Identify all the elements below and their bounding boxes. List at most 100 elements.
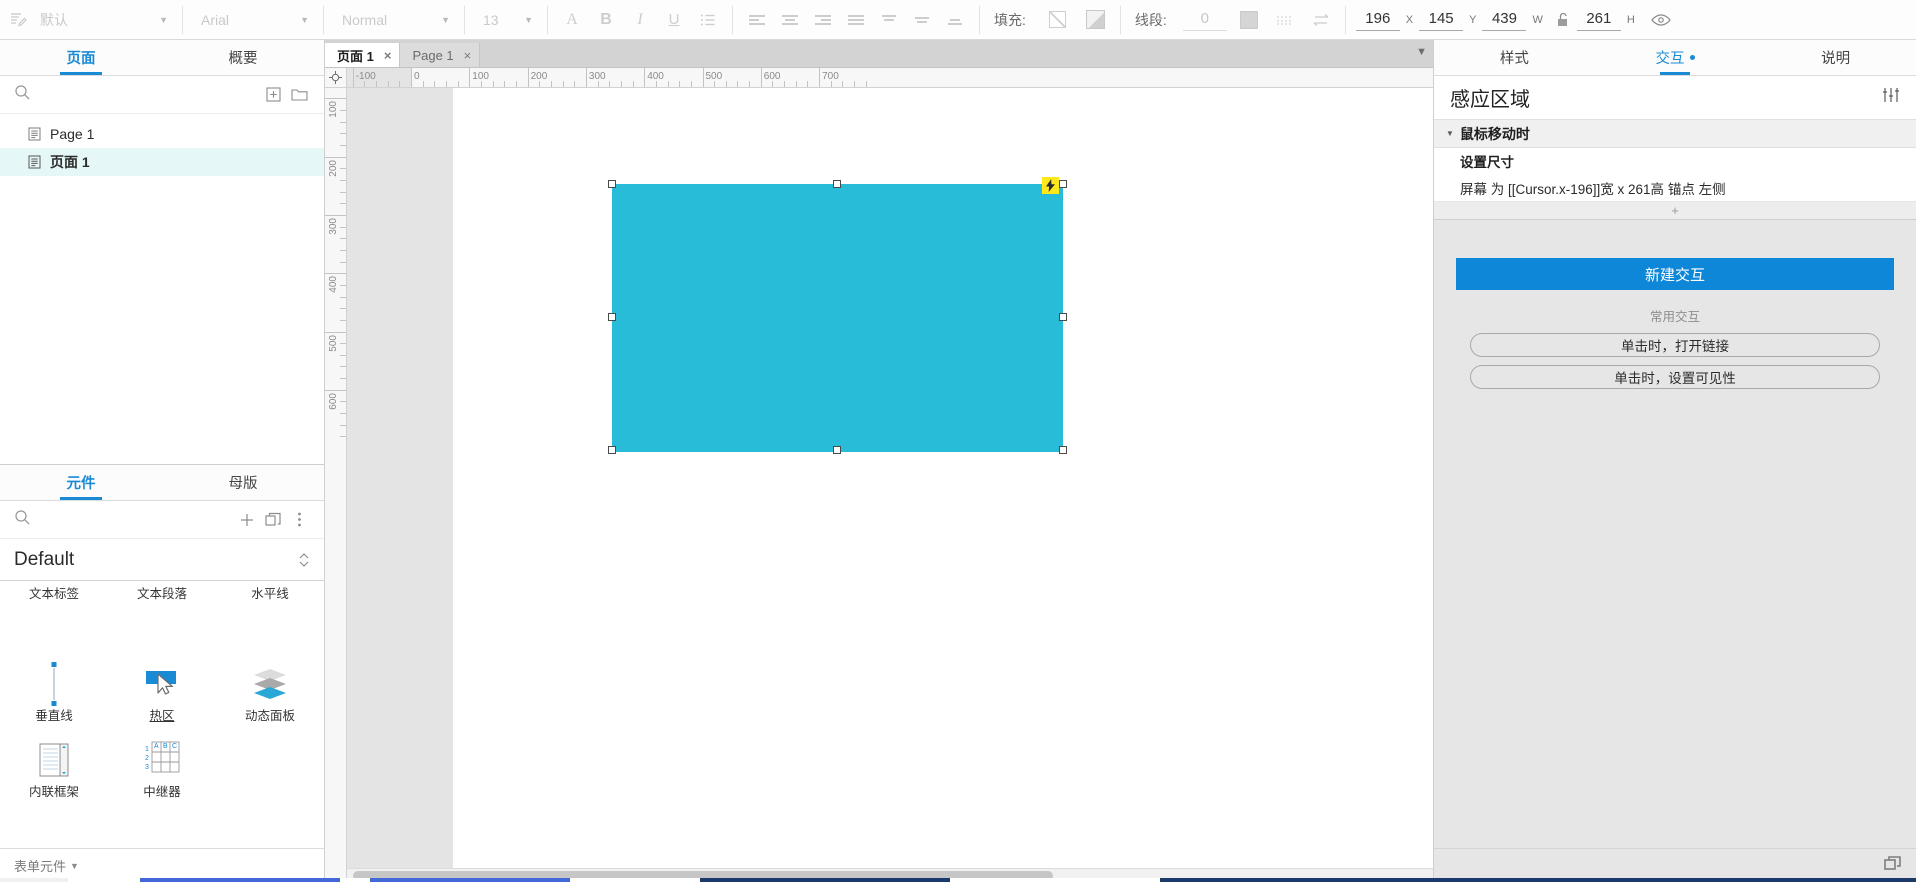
italic-icon[interactable]: I bbox=[626, 6, 654, 34]
font-color-icon[interactable]: A bbox=[558, 6, 586, 34]
vertical-ruler[interactable]: 100 200 300 400 500 600 bbox=[325, 88, 347, 882]
resize-handle-sw[interactable] bbox=[608, 446, 616, 454]
widget-repeater[interactable]: 1 2 3 A B C 中继器 bbox=[108, 737, 216, 813]
widget-style-dropdown[interactable]: 默认 ▼ bbox=[32, 6, 172, 34]
interaction-event-row[interactable]: ▼ 鼠标移动时 bbox=[1434, 120, 1916, 148]
x-position-input[interactable]: 196 bbox=[1355, 9, 1400, 31]
y-label: Y bbox=[1469, 13, 1477, 26]
hotspot-widget[interactable] bbox=[612, 184, 1063, 452]
widget-inline-frame[interactable]: 内联框架 bbox=[0, 737, 108, 813]
canvas-tab-page1[interactable]: Page 1 × bbox=[400, 43, 481, 67]
interaction-detail-row[interactable]: 屏幕 为 [[Cursor.x-196]]宽 x 261高 锚点 左侧 bbox=[1434, 174, 1916, 202]
right-panel-footer bbox=[1434, 848, 1916, 882]
unlock-icon[interactable] bbox=[1549, 6, 1577, 34]
widget-dynamic-panel[interactable]: 动态面板 bbox=[216, 661, 324, 737]
resize-handle-n[interactable] bbox=[833, 180, 841, 188]
resize-handle-s[interactable] bbox=[833, 446, 841, 454]
tab-style[interactable]: 样式 bbox=[1434, 40, 1595, 75]
tab-pages-label: 页面 bbox=[66, 51, 96, 67]
align-justify-icon[interactable] bbox=[842, 6, 870, 34]
forms-widget-group[interactable]: 表单元件 ▼ bbox=[0, 848, 324, 882]
caret-down-icon[interactable]: ▼ bbox=[1446, 129, 1454, 138]
duplicate-icon[interactable] bbox=[260, 507, 286, 533]
resize-handle-e[interactable] bbox=[1059, 313, 1067, 321]
arrow-style-icon[interactable] bbox=[1307, 6, 1335, 34]
more-options-icon[interactable] bbox=[286, 507, 312, 533]
align-left-icon[interactable] bbox=[743, 6, 771, 34]
widget-text-label[interactable]: 文本标签 bbox=[0, 585, 108, 661]
interaction-event-label: 鼠标移动时 bbox=[1459, 125, 1530, 142]
bold-icon[interactable]: B bbox=[592, 6, 620, 34]
resize-handle-w[interactable] bbox=[608, 313, 616, 321]
canvas-viewport[interactable] bbox=[347, 88, 1433, 882]
ruler-tick-minor bbox=[422, 81, 424, 87]
restore-window-icon[interactable] bbox=[1884, 855, 1902, 876]
library-selector[interactable]: Default bbox=[0, 539, 324, 581]
resize-handle-se[interactable] bbox=[1059, 446, 1067, 454]
fill-none-icon[interactable] bbox=[1044, 6, 1072, 34]
widget-hotspot[interactable]: 热区 bbox=[108, 661, 216, 737]
taskbar-item[interactable] bbox=[140, 878, 340, 882]
bullet-list-icon[interactable] bbox=[694, 6, 722, 34]
canvas-tab-active[interactable]: 页面 1 × bbox=[325, 43, 401, 67]
width-input[interactable]: 439 bbox=[1482, 9, 1527, 31]
taskbar-item[interactable] bbox=[1160, 878, 1916, 882]
close-icon[interactable]: × bbox=[384, 48, 392, 63]
style-brush-icon[interactable] bbox=[4, 6, 32, 34]
add-page-icon[interactable] bbox=[260, 82, 286, 108]
page-list-item-page1[interactable]: Page 1 bbox=[0, 120, 324, 148]
line-style-icon[interactable] bbox=[1271, 6, 1299, 34]
fill-color-icon[interactable] bbox=[1082, 6, 1110, 34]
y-position-input[interactable]: 145 bbox=[1419, 9, 1464, 31]
interaction-lightning-icon[interactable] bbox=[1042, 177, 1059, 194]
tab-pages[interactable]: 页面 bbox=[0, 40, 162, 75]
valign-bottom-icon[interactable] bbox=[941, 6, 969, 34]
tab-masters[interactable]: 母版 bbox=[162, 465, 324, 500]
add-library-icon[interactable] bbox=[234, 507, 260, 533]
interaction-action-row[interactable]: 设置尺寸 bbox=[1434, 148, 1916, 174]
search-icon[interactable] bbox=[14, 509, 31, 531]
eye-icon[interactable] bbox=[1647, 6, 1675, 34]
ruler-tick-minor bbox=[795, 81, 797, 87]
close-icon[interactable]: × bbox=[464, 48, 472, 63]
font-weight-dropdown[interactable]: Normal ▼ bbox=[334, 6, 454, 34]
font-size-dropdown[interactable]: 13 ▼ bbox=[475, 6, 537, 34]
valign-top-icon[interactable] bbox=[875, 6, 903, 34]
taskbar-item[interactable] bbox=[700, 878, 950, 882]
new-interaction-button[interactable]: 新建交互 bbox=[1456, 258, 1894, 290]
align-right-icon[interactable] bbox=[809, 6, 837, 34]
line-width-input[interactable]: 0 bbox=[1182, 9, 1227, 31]
resize-handle-nw[interactable] bbox=[608, 180, 616, 188]
font-family-dropdown[interactable]: Arial ▼ bbox=[193, 6, 313, 34]
tab-widgets-label: 元件 bbox=[66, 476, 96, 492]
widget-horizontal-line[interactable]: 水平线 bbox=[216, 585, 324, 661]
tab-widgets[interactable]: 元件 bbox=[0, 465, 162, 500]
resize-handle-ne[interactable] bbox=[1059, 180, 1067, 188]
library-stepper-icon[interactable] bbox=[298, 551, 310, 569]
underline-icon[interactable]: U bbox=[660, 6, 688, 34]
tab-outline[interactable]: 概要 bbox=[162, 40, 324, 75]
height-input[interactable]: 261 bbox=[1576, 9, 1621, 31]
widget-text-paragraph[interactable]: 文本段落 bbox=[108, 585, 216, 661]
ruler-tick bbox=[325, 273, 346, 275]
tab-interactions[interactable]: 交互 bbox=[1595, 40, 1756, 75]
chevron-down-icon[interactable]: ▼ bbox=[1416, 46, 1427, 58]
valign-middle-icon[interactable] bbox=[908, 6, 936, 34]
common-interaction-set-visibility[interactable]: 单击时，设置可见性 bbox=[1470, 365, 1880, 389]
page-list-item-selected[interactable]: 页面 1 bbox=[0, 148, 324, 176]
ruler-tick-minor bbox=[807, 81, 809, 87]
horizontal-ruler[interactable]: -100 0 100 200 300 400 500 600 700 bbox=[347, 68, 1433, 88]
ruler-origin[interactable] bbox=[325, 68, 347, 88]
add-interaction-button[interactable]: + bbox=[1434, 202, 1916, 220]
taskbar-item[interactable] bbox=[370, 878, 570, 882]
align-center-icon[interactable] bbox=[776, 6, 804, 34]
search-icon[interactable] bbox=[14, 84, 31, 106]
new-folder-icon[interactable] bbox=[286, 82, 312, 108]
text-paragraph-icon bbox=[108, 601, 216, 647]
sliders-icon[interactable] bbox=[1882, 87, 1900, 108]
tab-notes[interactable]: 说明 bbox=[1755, 40, 1916, 75]
line-color-icon[interactable] bbox=[1235, 6, 1263, 34]
taskbar-item[interactable] bbox=[0, 878, 68, 882]
widget-vertical-line[interactable]: 垂直线 bbox=[0, 661, 108, 737]
common-interaction-open-link[interactable]: 单击时，打开链接 bbox=[1470, 333, 1880, 357]
